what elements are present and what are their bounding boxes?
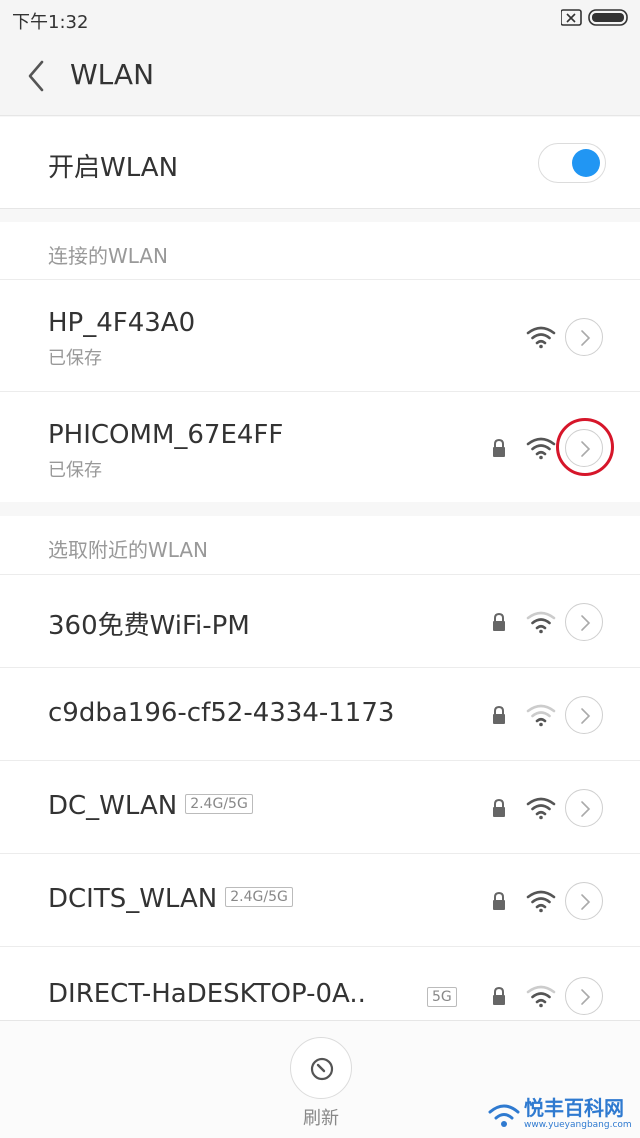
network-row[interactable]: DC_WLAN 2.4G/5G <box>0 760 640 853</box>
wifi-strong-icon <box>526 437 556 460</box>
battery-icon <box>588 9 628 26</box>
nearby-section-header: 选取附近的WLAN <box>48 538 209 562</box>
network-name-wrapper: DC_WLAN 2.4G/5G <box>48 791 253 821</box>
band-badge: 2.4G/5G <box>225 886 293 907</box>
chevron-right-icon <box>581 708 591 724</box>
connected-section: 连接的WLAN HP_4F43A0 已保存 PHICOMM_67E4FF 已保存 <box>0 222 640 502</box>
chevron-right-icon <box>581 615 591 631</box>
watermark-url: www.yueyangbang.com <box>524 1120 632 1130</box>
status-time: 下午1:32 <box>12 12 89 33</box>
network-detail-button[interactable] <box>565 696 603 734</box>
page-title: WLAN <box>70 58 155 91</box>
connected-section-header: 连接的WLAN <box>48 244 169 268</box>
nearby-section: 选取附近的WLAN 360免费WiFi-PM c9dba196-cf52-433… <box>0 516 640 1020</box>
wifi-medium-icon <box>526 985 556 1008</box>
network-row[interactable]: c9dba196-cf52-4334-1173 <box>0 667 640 760</box>
lock-icon <box>493 986 505 1005</box>
refresh-label: 刷新 <box>303 1108 339 1129</box>
chevron-right-icon <box>581 330 591 346</box>
wifi-strong-icon <box>526 326 556 349</box>
network-detail-button[interactable] <box>565 603 603 641</box>
status-bar: 下午1:32 <box>0 0 640 36</box>
wifi-medium-icon <box>526 611 556 634</box>
network-name: DCITS_WLAN <box>48 884 218 914</box>
network-row[interactable]: DCITS_WLAN 2.4G/5G <box>0 853 640 946</box>
network-status: 已保存 <box>48 460 102 481</box>
network-detail-button[interactable] <box>565 882 603 920</box>
wifi-strong-icon <box>526 890 556 913</box>
toggle-knob <box>572 149 600 177</box>
network-detail-button[interactable] <box>565 977 603 1015</box>
wifi-strong-icon <box>526 797 556 820</box>
status-icons <box>561 9 628 26</box>
network-status: 已保存 <box>48 348 102 369</box>
watermark-logo-icon <box>488 1104 520 1127</box>
lock-icon <box>493 798 505 817</box>
chevron-right-icon <box>581 801 591 817</box>
refresh-gauge-icon <box>310 1057 334 1081</box>
watermark: 悦丰百科网 www.yueyangbang.com <box>486 1090 636 1138</box>
network-name: c9dba196-cf52-4334-1173 <box>48 698 395 728</box>
network-detail-button[interactable] <box>565 789 603 827</box>
refresh-button[interactable] <box>290 1037 352 1099</box>
band-badge: 5G <box>427 987 457 1007</box>
app-header: WLAN <box>0 36 640 116</box>
network-row-hp[interactable]: HP_4F43A0 已保存 <box>0 279 640 391</box>
wifi-weak-icon <box>526 704 556 727</box>
back-icon[interactable] <box>22 58 52 94</box>
chevron-right-icon <box>581 894 591 910</box>
watermark-text: 悦丰百科网 <box>524 1096 624 1120</box>
network-name: PHICOMM_67E4FF <box>48 420 284 450</box>
lock-icon <box>493 438 505 457</box>
network-name: DIRECT-HaDESKTOP-0A.. <box>48 979 366 1009</box>
highlight-annotation-circle <box>556 418 614 476</box>
sim-icon <box>561 9 582 26</box>
network-detail-button[interactable] <box>565 318 603 356</box>
network-name: 360免费WiFi-PM <box>48 611 250 641</box>
network-row[interactable]: DIRECT-HaDESKTOP-0A.. 5G <box>0 946 640 1020</box>
network-name-wrapper: DCITS_WLAN 2.4G/5G <box>48 884 293 914</box>
network-row[interactable]: 360免费WiFi-PM <box>0 574 640 667</box>
wlan-toggle-switch[interactable] <box>538 143 606 183</box>
wlan-toggle-label: 开启WLAN <box>48 153 179 183</box>
network-row-phicomm[interactable]: PHICOMM_67E4FF 已保存 <box>0 391 640 502</box>
lock-icon <box>493 891 505 910</box>
network-name: HP_4F43A0 <box>48 308 196 338</box>
chevron-right-icon <box>581 989 591 1005</box>
network-name: DC_WLAN <box>48 791 178 821</box>
lock-icon <box>493 612 505 631</box>
band-badge: 2.4G/5G <box>185 793 253 814</box>
lock-icon <box>493 705 505 724</box>
